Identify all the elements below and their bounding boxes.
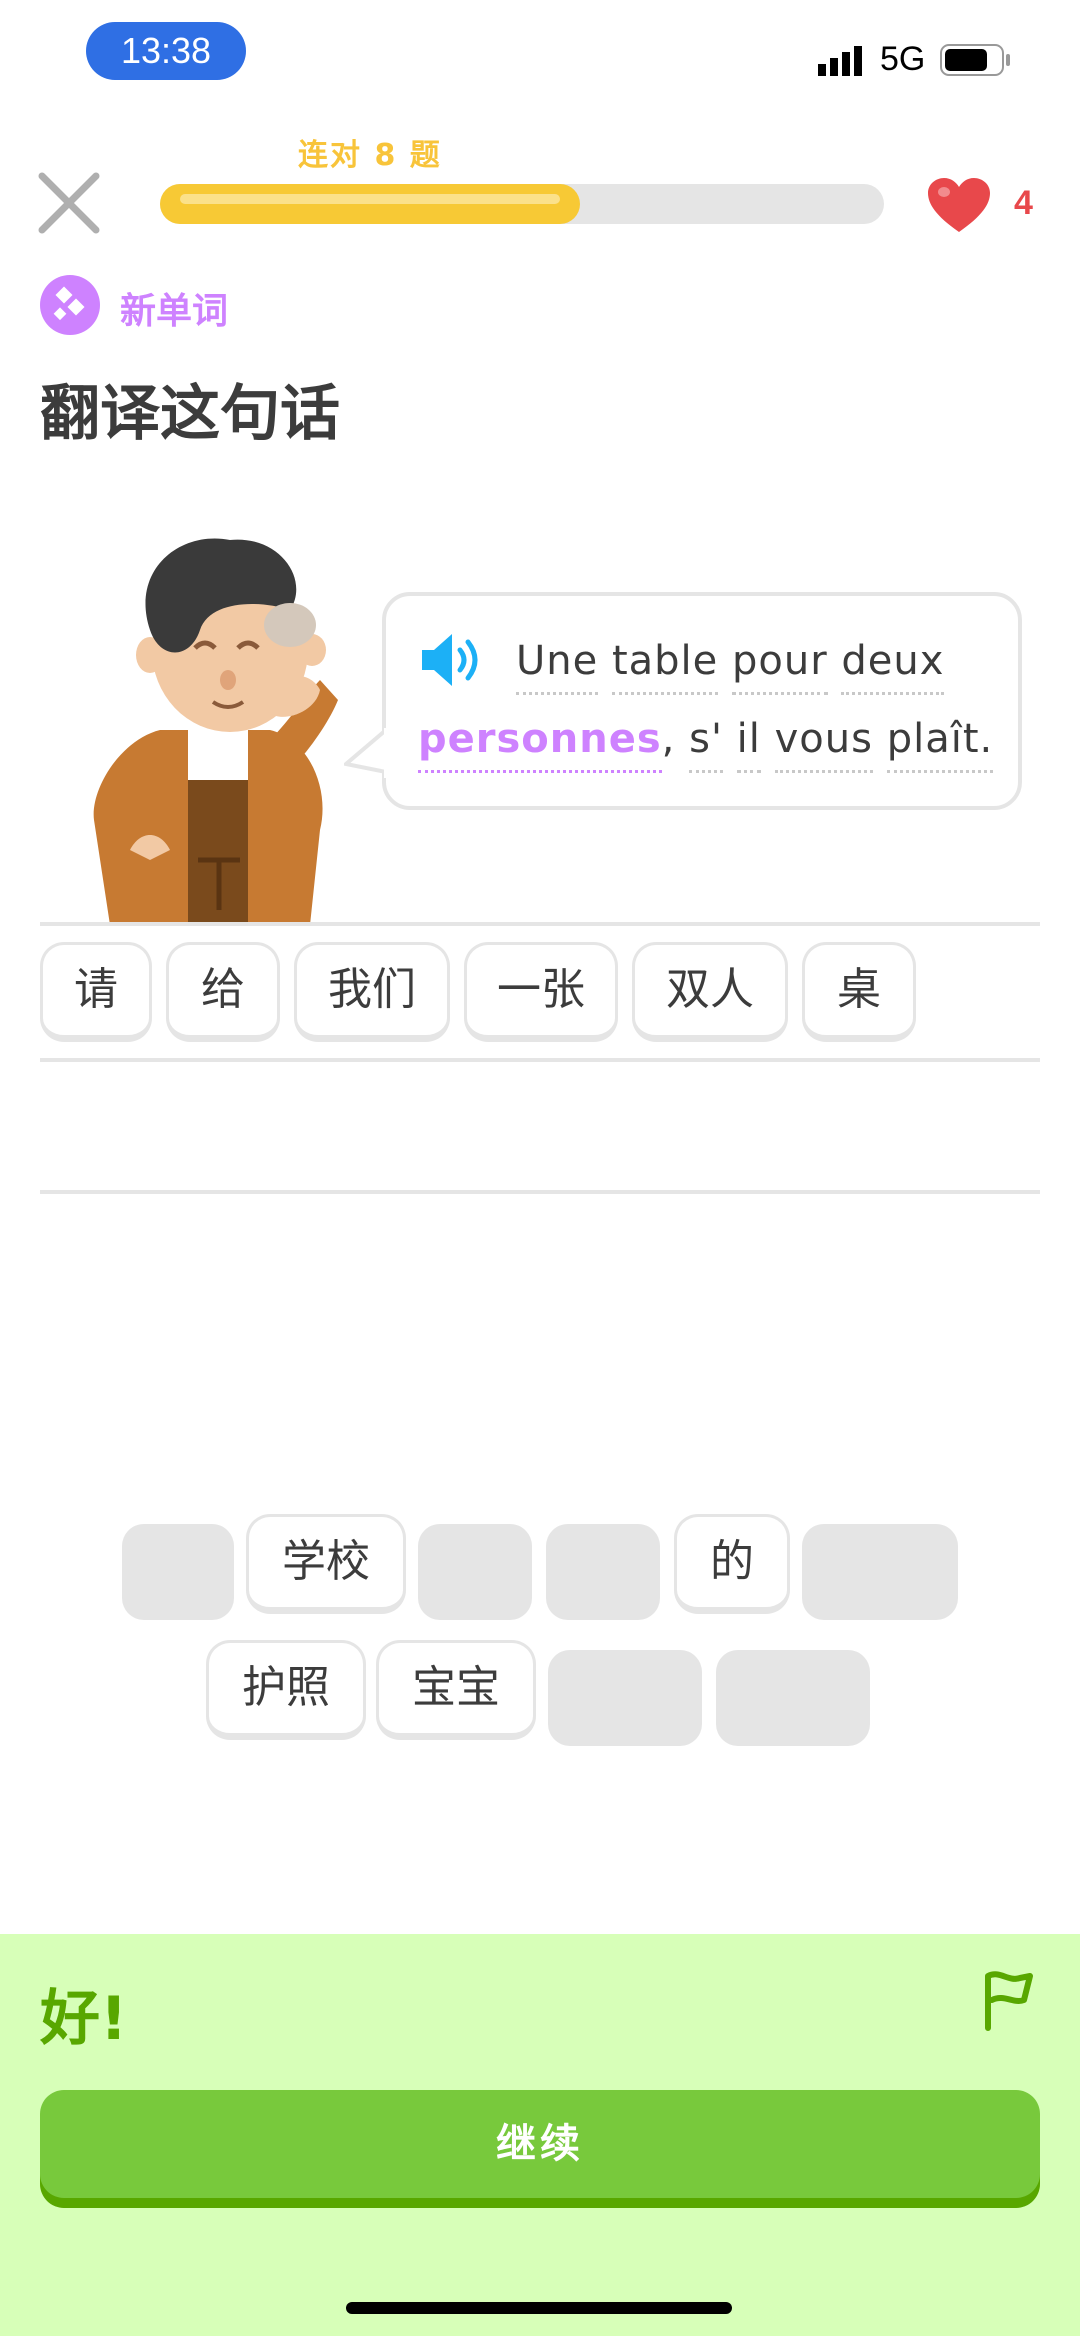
speech-bubble — [382, 592, 1022, 810]
speech-bubble-tail — [344, 728, 404, 778]
lesson-progress-bar — [160, 184, 884, 224]
answer-line-bottom — [40, 1190, 1040, 1194]
flag-icon[interactable] — [980, 1970, 1036, 2032]
word-token[interactable]: s' — [689, 716, 723, 773]
character-illustration — [93, 538, 338, 925]
streak-label: 连对 8 题 — [298, 138, 442, 173]
word-bank-chip[interactable]: 宝宝 — [376, 1640, 536, 1740]
progress-fill — [160, 184, 580, 224]
hearts-count: 4 — [1014, 184, 1033, 222]
exercise-title: 翻译这句话 — [40, 379, 340, 449]
word-bank-slot-used — [548, 1650, 702, 1746]
new-word-icon — [40, 275, 100, 335]
battery-icon — [940, 44, 1010, 76]
network-label: 5G — [880, 40, 926, 78]
word-bank-slot-used — [418, 1524, 532, 1620]
word-bank-slot-used — [122, 1524, 234, 1620]
word-token[interactable]: il — [736, 716, 761, 773]
sentence-line-1: Une table pour deux — [516, 638, 945, 695]
word-bank-slot-used — [802, 1524, 958, 1620]
answer-chip[interactable]: 双人 — [632, 942, 788, 1042]
answer-line-top — [40, 922, 1040, 926]
sentence-line-2: personnes, s' il vous plaît. — [418, 716, 994, 773]
word-bank-chip[interactable]: 学校 — [246, 1514, 406, 1614]
word-token[interactable]: table — [611, 638, 719, 695]
word-bank-chip[interactable]: 护照 — [206, 1640, 366, 1740]
new-word-badge: 新单词 — [120, 291, 229, 332]
answer-chip[interactable]: 给 — [166, 942, 280, 1042]
word-token[interactable]: vous — [774, 716, 873, 773]
punctuation: , — [661, 716, 676, 762]
answer-line-middle — [40, 1058, 1040, 1062]
answer-chip[interactable]: 桌 — [802, 942, 916, 1042]
home-indicator — [346, 2302, 732, 2314]
word-bank-slot-used — [716, 1650, 870, 1746]
heart-icon — [928, 178, 990, 232]
word-token[interactable]: deux — [841, 638, 945, 695]
feedback-message: 好! — [40, 1984, 128, 2054]
answer-chip[interactable]: 我们 — [294, 942, 450, 1042]
word-token[interactable]: plaît. — [886, 716, 994, 773]
new-word-token[interactable]: personnes — [418, 716, 662, 773]
signal-icon — [818, 46, 862, 76]
answer-chip[interactable]: 一张 — [464, 942, 618, 1042]
speaker-icon[interactable] — [418, 630, 488, 690]
word-token[interactable]: Une — [516, 638, 599, 695]
word-token[interactable]: pour — [732, 638, 828, 695]
close-icon[interactable] — [36, 170, 102, 236]
word-bank-chip[interactable]: 的 — [674, 1514, 790, 1614]
answer-chip[interactable]: 请 — [40, 942, 152, 1042]
status-time: 13:38 — [86, 22, 246, 80]
word-bank-slot-used — [546, 1524, 660, 1620]
progress-highlight — [180, 194, 560, 204]
continue-button[interactable]: 继续 — [40, 2090, 1040, 2198]
